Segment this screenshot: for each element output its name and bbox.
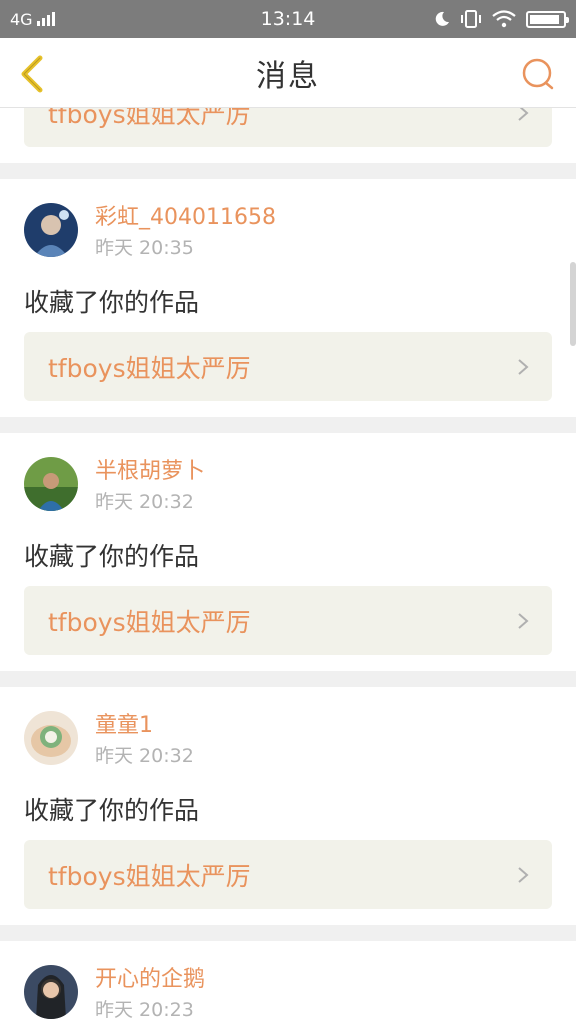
work-title: tfboys姐姐太严厉	[48, 861, 251, 891]
message-card: 开心的企鹅 昨天 20:23	[0, 941, 576, 1024]
avatar[interactable]	[24, 711, 78, 765]
work-link[interactable]: tfboys姐姐太严厉	[24, 840, 552, 909]
action-text: 收藏了你的作品	[24, 288, 200, 317]
action-text: 收藏了你的作品	[24, 542, 200, 571]
chevron-right-icon	[518, 866, 529, 883]
scrollbar[interactable]	[570, 262, 576, 346]
user-name[interactable]: 童童1	[95, 711, 194, 741]
message-card: 童童1 昨天 20:32 收藏了你的作品 tfboys姐姐太严厉	[0, 687, 576, 925]
navigation-bar: 消息	[0, 38, 576, 108]
action-text: 收藏了你的作品	[24, 796, 200, 825]
back-button[interactable]	[12, 52, 52, 96]
post-time: 昨天 20:32	[95, 745, 194, 767]
status-bar: 4G 13:14	[0, 0, 576, 38]
user-name[interactable]: 彩虹_404011658	[95, 203, 276, 233]
user-name[interactable]: 半根胡萝卜	[95, 457, 205, 487]
avatar[interactable]	[24, 203, 78, 257]
vibrate-icon	[461, 10, 481, 28]
moon-icon	[435, 11, 449, 26]
avatar[interactable]	[24, 965, 78, 1019]
post-time: 昨天 20:35	[95, 237, 194, 259]
chevron-right-icon	[518, 612, 529, 629]
work-link[interactable]: tfboys姐姐太严厉	[24, 586, 552, 655]
search-icon[interactable]	[520, 56, 556, 92]
work-title: tfboys姐姐太严厉	[48, 353, 251, 383]
work-title: tfboys姐姐太严厉	[48, 607, 251, 637]
wifi-icon	[492, 10, 516, 28]
message-card: 半根胡萝卜 昨天 20:32 收藏了你的作品 tfboys姐姐太严厉	[0, 433, 576, 671]
battery-icon	[526, 10, 569, 28]
message-card: 彩虹_404011658 昨天 20:35 收藏了你的作品 tfboys姐姐太严…	[0, 179, 576, 417]
page-title: 消息	[256, 58, 320, 94]
post-time: 昨天 20:32	[95, 491, 194, 513]
chevron-left-icon	[21, 55, 43, 93]
user-name[interactable]: 开心的企鹅	[95, 965, 205, 995]
chevron-right-icon	[518, 358, 529, 375]
signal-icon	[36, 12, 55, 26]
work-link[interactable]: tfboys姐姐太严厉	[24, 332, 552, 401]
message-feed[interactable]: tfboys姐姐太严厉 彩虹_404011658 昨天 20:35 收藏了你的作…	[0, 0, 576, 1024]
post-time: 昨天 20:23	[95, 999, 194, 1021]
avatar[interactable]	[24, 457, 78, 511]
network-type: 4G	[10, 9, 33, 29]
